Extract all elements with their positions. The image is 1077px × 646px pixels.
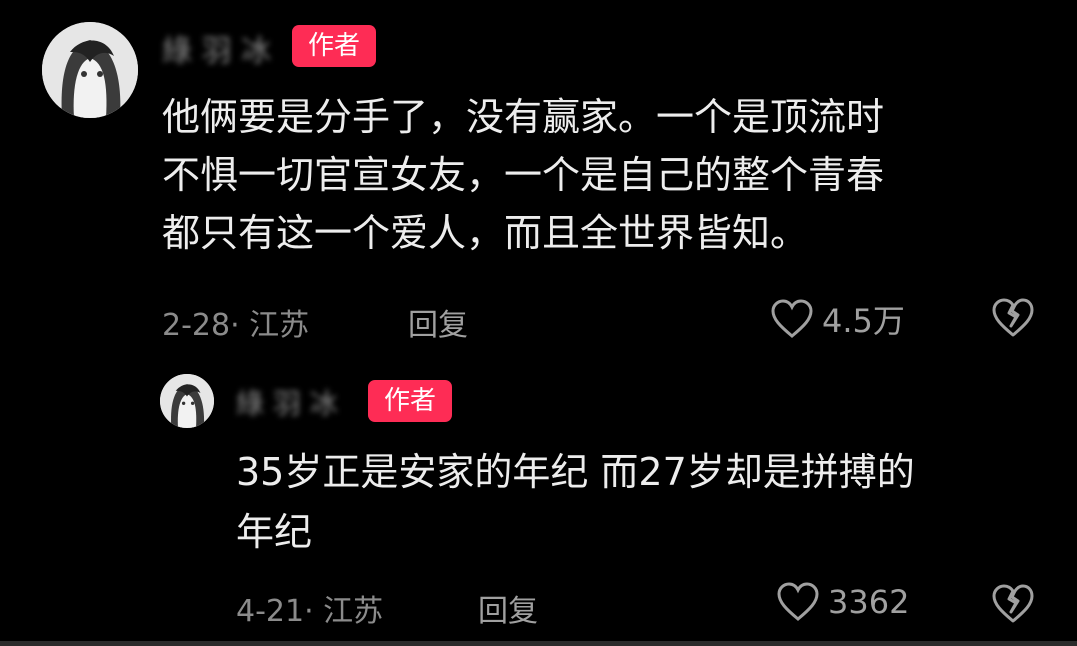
- bottom-divider: [0, 641, 1077, 646]
- reply-item: 綠 羽 冰 作者 35岁正是安家的年纪 而27岁却是拼搏的 年纪 4-21· 江…: [0, 360, 1077, 646]
- like-button[interactable]: 4.5万: [770, 296, 905, 342]
- broken-heart-icon[interactable]: [990, 298, 1036, 342]
- avatar[interactable]: [160, 374, 214, 428]
- reply-button[interactable]: 回复: [478, 586, 538, 630]
- author-badge: 作者: [368, 380, 452, 422]
- comment-item: 綠 羽 冰 作者 他俩要是分手了，没有赢家。一个是顶流时 不惧一切官宣女友，一个…: [0, 0, 1077, 360]
- reply-button[interactable]: 回复: [408, 300, 468, 344]
- like-button[interactable]: 3362: [776, 582, 909, 622]
- broken-heart-icon[interactable]: [990, 584, 1036, 628]
- comment-line: 他俩要是分手了，没有赢家。一个是顶流时: [162, 95, 885, 139]
- comment-line: 都只有这一个爱人，而且全世界皆知。: [162, 211, 809, 255]
- author-name[interactable]: 綠 羽 冰: [236, 382, 338, 422]
- author-name[interactable]: 綠 羽 冰: [162, 26, 271, 70]
- comment-text: 他俩要是分手了，没有赢家。一个是顶流时 不惧一切官宣女友，一个是自己的整个青春 …: [162, 88, 1042, 262]
- comment-line: 35岁正是安家的年纪 而27岁却是拼搏的: [236, 450, 915, 494]
- heart-outline-icon: [776, 582, 820, 622]
- like-count: 3362: [828, 583, 910, 621]
- comment-line: 年纪: [236, 510, 313, 554]
- author-badge: 作者: [292, 25, 376, 67]
- date-location: 2-28· 江苏: [162, 308, 310, 343]
- heart-outline-icon: [770, 299, 814, 339]
- comment-line: 不惧一切官宣女友，一个是自己的整个青春: [162, 153, 885, 197]
- avatar[interactable]: [42, 22, 138, 118]
- comment-text: 35岁正是安家的年纪 而27岁却是拼搏的 年纪: [236, 442, 1036, 562]
- date-location: 4-21· 江苏: [236, 594, 384, 629]
- like-count: 4.5万: [822, 302, 905, 340]
